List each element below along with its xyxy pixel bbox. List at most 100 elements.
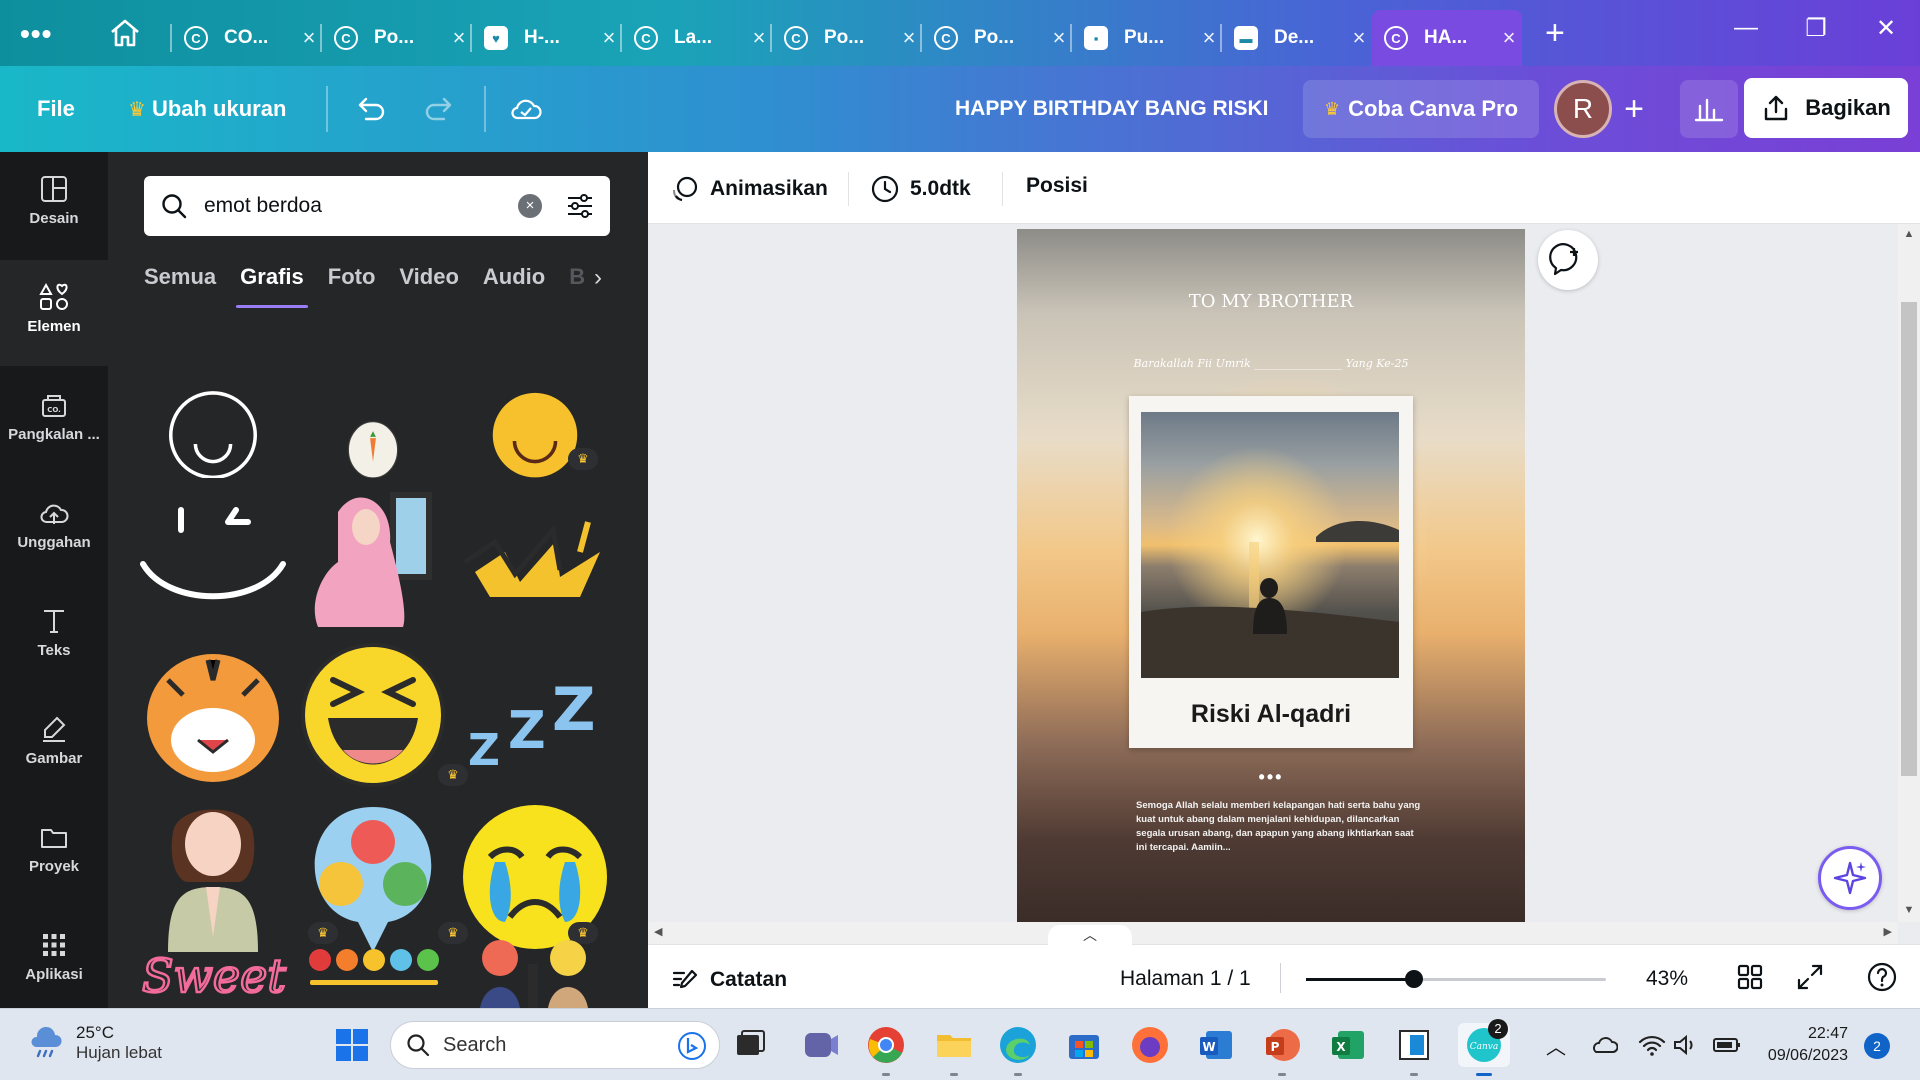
- position-button[interactable]: Posisi: [1026, 174, 1088, 198]
- minimize-icon[interactable]: —: [1726, 14, 1766, 42]
- add-collaborator-button[interactable]: +: [1610, 82, 1658, 136]
- battery-icon[interactable]: [1712, 1035, 1742, 1055]
- laughing-emoji-graphic[interactable]: [298, 640, 448, 790]
- chevron-right-icon[interactable]: ›: [594, 264, 602, 292]
- rail-item-uploads[interactable]: Unggahan: [0, 476, 108, 582]
- browser-tab[interactable]: C La... ×: [620, 10, 772, 66]
- tab-all[interactable]: Semua: [144, 264, 216, 308]
- fullscreen-icon[interactable]: [1794, 961, 1826, 993]
- browser-tab[interactable]: ▬ De... ×: [1220, 10, 1372, 66]
- rail-item-projects[interactable]: Proyek: [0, 800, 108, 906]
- close-window-icon[interactable]: ✕: [1866, 14, 1906, 43]
- tab-photos[interactable]: Foto: [328, 264, 376, 308]
- smile-arc-graphic[interactable]: [138, 390, 288, 478]
- scroll-right-icon[interactable]: ▶: [1884, 925, 1892, 938]
- scroll-left-icon[interactable]: ◀: [654, 925, 662, 938]
- sunset-photo[interactable]: [1141, 412, 1399, 678]
- home-icon[interactable]: [108, 18, 142, 48]
- chrome-icon[interactable]: [864, 1023, 908, 1067]
- vertical-scrollbar[interactable]: ▲ ▼: [1898, 224, 1920, 922]
- firefox-icon[interactable]: [1128, 1023, 1172, 1067]
- rail-item-text[interactable]: Teks: [0, 584, 108, 690]
- browser-tab[interactable]: C Po... ×: [320, 10, 472, 66]
- restore-icon[interactable]: ❐: [1796, 14, 1836, 43]
- zzz-graphic[interactable]: Z Z Z: [460, 640, 610, 790]
- magic-assistant-button[interactable]: [1818, 846, 1882, 910]
- teams-icon[interactable]: [798, 1023, 842, 1067]
- scroll-thumb[interactable]: [1901, 302, 1917, 776]
- rabbit-carrot-graphic[interactable]: [298, 390, 448, 478]
- tab-graphics[interactable]: Grafis: [236, 264, 308, 308]
- browser-tab[interactable]: C Po... ×: [920, 10, 1072, 66]
- onedrive-icon[interactable]: [1590, 1035, 1618, 1055]
- new-tab-button[interactable]: +: [1545, 14, 1565, 53]
- taskbar-search[interactable]: Search: [390, 1021, 720, 1069]
- powerpoint-icon[interactable]: P: [1260, 1023, 1304, 1067]
- grid-view-icon[interactable]: [1734, 961, 1766, 993]
- excel-icon[interactable]: X: [1326, 1023, 1370, 1067]
- search-input[interactable]: [204, 194, 504, 218]
- word-icon[interactable]: W: [1194, 1023, 1238, 1067]
- animate-button[interactable]: Animasikan: [670, 174, 828, 204]
- scroll-down-icon[interactable]: ▼: [1898, 904, 1920, 916]
- browser-tab[interactable]: ▪ Pu... ×: [1070, 10, 1222, 66]
- notes-button[interactable]: Catatan: [670, 965, 787, 995]
- polaroid-caption[interactable]: Riski Al-qadri: [1129, 700, 1413, 729]
- share-button[interactable]: Bagikan: [1744, 78, 1908, 138]
- weather-widget[interactable]: 25°C Hujan lebat: [28, 1023, 162, 1063]
- tab-close-icon[interactable]: ×: [1346, 25, 1372, 51]
- cloud-saved-icon[interactable]: [508, 91, 544, 127]
- show-pages-icon[interactable]: ︿: [1048, 925, 1132, 947]
- windows-start-icon[interactable]: [330, 1023, 374, 1067]
- insights-button[interactable]: [1680, 80, 1738, 138]
- rail-item-apps[interactable]: Aplikasi: [0, 908, 108, 1014]
- emoji-scale-graphic[interactable]: [298, 930, 448, 1008]
- page-indicator[interactable]: Halaman 1 / 1: [1120, 967, 1251, 991]
- file-menu-button[interactable]: File: [37, 96, 75, 122]
- volume-icon[interactable]: [1672, 1033, 1698, 1057]
- tab-close-icon[interactable]: ×: [446, 25, 472, 51]
- rail-item-elements[interactable]: Elemen: [0, 260, 108, 366]
- wink-smile-graphic[interactable]: [138, 482, 288, 632]
- avatar[interactable]: R: [1554, 80, 1612, 138]
- tab-close-icon[interactable]: ×: [1046, 25, 1072, 51]
- wifi-icon[interactable]: [1638, 1033, 1666, 1057]
- tab-videos[interactable]: Video: [399, 264, 459, 308]
- hijab-girl-graphic[interactable]: [298, 482, 448, 632]
- tray-expand-icon[interactable]: ︿: [1546, 1031, 1566, 1060]
- browser-tab[interactable]: ♥ H-... ×: [470, 10, 622, 66]
- tab-actions-menu-icon[interactable]: •••: [20, 18, 52, 50]
- browser-tab-active[interactable]: C HA... ×: [1372, 10, 1522, 66]
- tab-close-icon[interactable]: ×: [596, 25, 622, 51]
- tab-close-icon[interactable]: ×: [1196, 25, 1222, 51]
- rail-item-draw[interactable]: Gambar: [0, 692, 108, 798]
- help-icon[interactable]: [1866, 961, 1898, 993]
- tab-close-icon[interactable]: ×: [1496, 25, 1522, 51]
- design-subline[interactable]: Barakallah Fii Umrik ________________ Ya…: [1017, 357, 1525, 370]
- try-pro-button[interactable]: ♛ Coba Canva Pro: [1303, 80, 1539, 138]
- design-message[interactable]: Semoga Allah selalu memberi kelapangan h…: [1136, 799, 1426, 855]
- design-page[interactable]: TO MY BROTHER Barakallah Fii Umrik _____…: [1017, 229, 1525, 922]
- edge-icon[interactable]: [996, 1023, 1040, 1067]
- duration-button[interactable]: 5.0dtk: [870, 174, 971, 204]
- sweet-text-graphic[interactable]: Sweet!: [138, 930, 288, 1008]
- canva-app-icon[interactable]: Canva 2: [1458, 1019, 1510, 1067]
- task-view-icon[interactable]: [728, 1023, 772, 1067]
- tab-audio[interactable]: Audio: [483, 264, 545, 308]
- undo-icon[interactable]: [352, 91, 388, 127]
- microsoft-store-icon[interactable]: [1062, 1023, 1106, 1067]
- browser-tab[interactable]: C Po... ×: [770, 10, 922, 66]
- tab-close-icon[interactable]: ×: [746, 25, 772, 51]
- tab-more[interactable]: B: [569, 264, 585, 308]
- design-title[interactable]: HAPPY BIRTHDAY BANG RISKI: [955, 97, 1269, 121]
- tab-close-icon[interactable]: ×: [296, 25, 322, 51]
- rail-item-design[interactable]: Desain: [0, 152, 108, 258]
- redo-icon[interactable]: [422, 91, 458, 127]
- tab-close-icon[interactable]: ×: [896, 25, 922, 51]
- zoom-slider[interactable]: [1306, 970, 1606, 988]
- resize-button[interactable]: ♛ Ubah ukuran: [128, 96, 286, 122]
- file-explorer-icon[interactable]: [932, 1023, 976, 1067]
- crown-doodle-graphic[interactable]: [460, 482, 610, 632]
- polaroid-frame[interactable]: Riski Al-qadri: [1129, 396, 1413, 748]
- filter-icon[interactable]: [564, 190, 596, 222]
